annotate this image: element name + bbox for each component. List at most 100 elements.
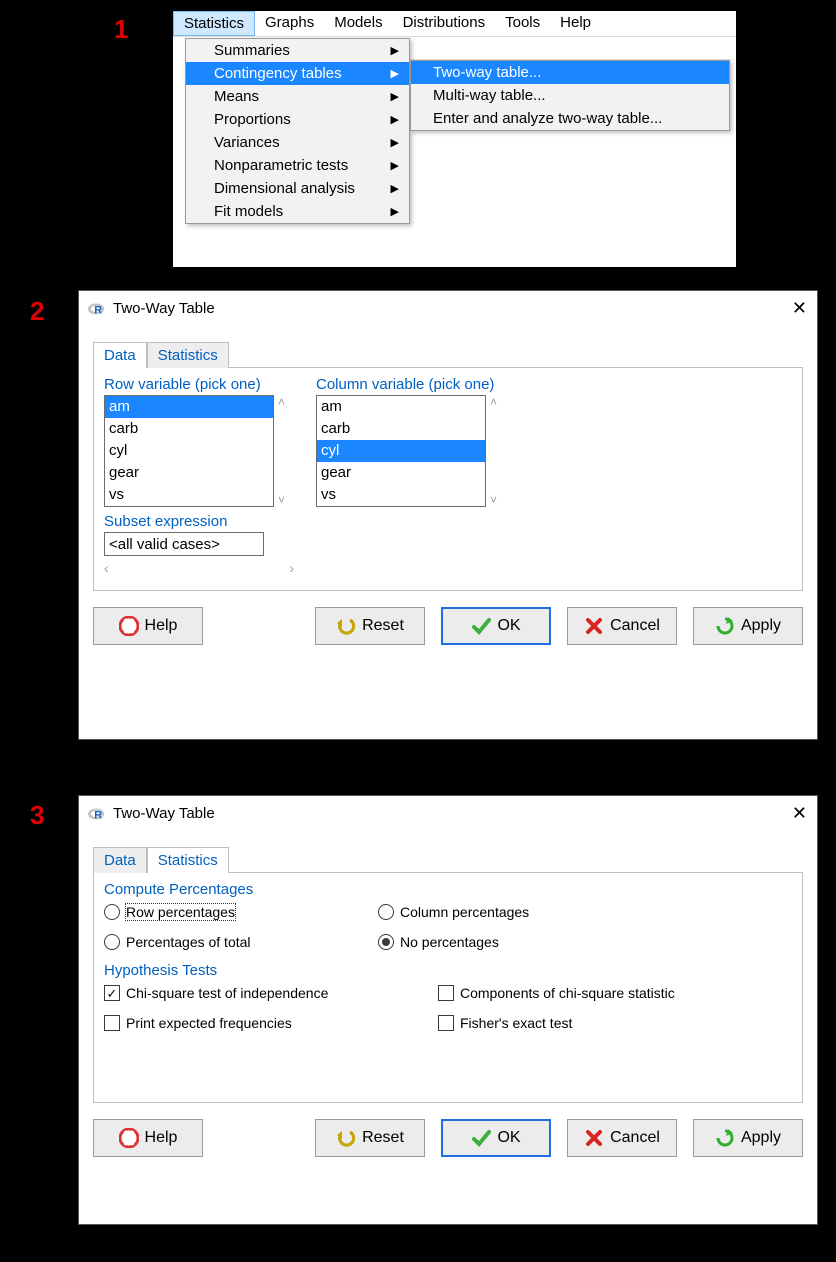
chevron-right-icon[interactable]: › — [289, 560, 294, 576]
checkbox-icon — [104, 1015, 120, 1031]
chevron-down-icon[interactable]: ˅ — [278, 493, 294, 507]
button-bar: Help Reset OK Cancel Apply — [79, 1103, 817, 1173]
radio-label: No percentages — [400, 934, 499, 950]
col-variable-listbox[interactable]: am carb cyl gear vs — [316, 395, 486, 507]
help-button[interactable]: Help — [93, 607, 203, 645]
svg-text:R: R — [94, 809, 102, 821]
check-chisq[interactable]: Chi-square test of independence — [104, 985, 414, 1001]
chevron-up-icon[interactable]: ˄ — [490, 395, 506, 409]
x-icon — [584, 616, 604, 636]
chevron-up-icon[interactable]: ˄ — [278, 395, 294, 409]
check-icon — [471, 1128, 491, 1148]
menu-tools[interactable]: Tools — [495, 11, 550, 36]
list-item[interactable]: vs — [317, 484, 485, 506]
ok-button[interactable]: OK — [441, 607, 551, 645]
radio-icon — [104, 934, 120, 950]
subset-input[interactable] — [104, 532, 264, 556]
apply-icon — [715, 1128, 735, 1148]
list-item[interactable]: am — [105, 396, 273, 418]
checkbox-label: Fisher's exact test — [460, 1015, 572, 1031]
statistics-dropdown: Summaries▶ Contingency tables▶ Means▶ Pr… — [185, 38, 410, 224]
titlebar: R Two-Way Table ✕ — [79, 291, 817, 325]
col-variable-label: Column variable (pick one) — [316, 376, 506, 393]
apply-button[interactable]: Apply — [693, 1119, 803, 1157]
hypothesis-heading: Hypothesis Tests — [104, 962, 792, 979]
menu-fitmodels[interactable]: Fit models▶ — [186, 200, 409, 223]
cancel-button[interactable]: Cancel — [567, 1119, 677, 1157]
close-icon[interactable]: ✕ — [792, 298, 807, 319]
menu-help[interactable]: Help — [550, 11, 601, 36]
tab-data[interactable]: Data — [93, 847, 147, 873]
ok-button[interactable]: OK — [441, 1119, 551, 1157]
step-2-label: 2 — [30, 296, 44, 327]
radio-icon — [378, 934, 394, 950]
submenu-enter-analyze[interactable]: Enter and analyze two-way table... — [411, 107, 729, 130]
list-item[interactable]: gear — [105, 462, 273, 484]
menu-statistics[interactable]: Statistics — [173, 11, 255, 36]
step-1-label: 1 — [114, 14, 128, 45]
chevron-right-icon: ▶ — [391, 67, 399, 80]
list-item[interactable]: cyl — [105, 440, 273, 462]
submenu-multi-way[interactable]: Multi-way table... — [411, 84, 729, 107]
help-button[interactable]: Help — [93, 1119, 203, 1157]
help-icon — [119, 1128, 139, 1148]
tab-statistics[interactable]: Statistics — [147, 847, 229, 873]
titlebar: R Two-Way Table ✕ — [79, 796, 817, 830]
menu-nonparametric[interactable]: Nonparametric tests▶ — [186, 154, 409, 177]
check-components[interactable]: Components of chi-square statistic — [438, 985, 792, 1001]
two-way-dialog-data: R Two-Way Table ✕ Data Statistics Row va… — [78, 290, 818, 740]
cancel-button[interactable]: Cancel — [567, 607, 677, 645]
checkbox-label: Components of chi-square statistic — [460, 985, 675, 1001]
help-icon — [119, 616, 139, 636]
chevron-right-icon: ▶ — [391, 44, 399, 57]
row-variable-listbox[interactable]: am carb cyl gear vs — [104, 395, 274, 507]
list-item[interactable]: gear — [317, 462, 485, 484]
list-item[interactable]: carb — [317, 418, 485, 440]
tab-data[interactable]: Data — [93, 342, 147, 368]
menu-variances[interactable]: Variances▶ — [186, 131, 409, 154]
check-fisher[interactable]: Fisher's exact test — [438, 1015, 792, 1031]
tab-statistics[interactable]: Statistics — [147, 342, 229, 368]
percentages-heading: Compute Percentages — [104, 881, 792, 898]
checkbox-label: Chi-square test of independence — [126, 985, 328, 1001]
chevron-left-icon[interactable]: ‹ — [104, 560, 109, 576]
r-logo-icon: R — [87, 299, 105, 317]
scroll-spinner[interactable]: ˄˅ — [274, 395, 294, 507]
radio-col-percentages[interactable]: Column percentages — [378, 904, 792, 920]
apply-button[interactable]: Apply — [693, 607, 803, 645]
radio-label: Column percentages — [400, 904, 529, 920]
list-item[interactable]: am — [317, 396, 485, 418]
list-item[interactable]: cyl — [317, 440, 485, 462]
menu-means[interactable]: Means▶ — [186, 85, 409, 108]
menu-graphs[interactable]: Graphs — [255, 11, 324, 36]
list-item[interactable]: carb — [105, 418, 273, 440]
radio-row-percentages[interactable]: Row percentages — [104, 904, 354, 920]
menu-distributions[interactable]: Distributions — [393, 11, 496, 36]
scroll-spinner[interactable]: ˄˅ — [486, 395, 506, 507]
reset-button[interactable]: Reset — [315, 607, 425, 645]
submenu-two-way[interactable]: Two-way table... — [411, 61, 729, 84]
list-item[interactable]: vs — [105, 484, 273, 506]
menu-proportions[interactable]: Proportions▶ — [186, 108, 409, 131]
close-icon[interactable]: ✕ — [792, 803, 807, 824]
chevron-right-icon: ▶ — [391, 205, 399, 218]
radio-label: Percentages of total — [126, 934, 251, 950]
chevron-right-icon: ▶ — [391, 182, 399, 195]
contingency-submenu: Two-way table... Multi-way table... Ente… — [410, 60, 730, 131]
button-bar: Help Reset OK Cancel Apply — [79, 591, 817, 661]
svg-text:R: R — [94, 304, 102, 316]
menu-contingency-tables[interactable]: Contingency tables▶ — [186, 62, 409, 85]
x-icon — [584, 1128, 604, 1148]
check-expected[interactable]: Print expected frequencies — [104, 1015, 414, 1031]
menu-summaries[interactable]: Summaries▶ — [186, 39, 409, 62]
undo-icon — [336, 616, 356, 636]
reset-button[interactable]: Reset — [315, 1119, 425, 1157]
menu-dimensional[interactable]: Dimensional analysis▶ — [186, 177, 409, 200]
chevron-down-icon[interactable]: ˅ — [490, 493, 506, 507]
radio-no-percentages[interactable]: No percentages — [378, 934, 792, 950]
step-3-label: 3 — [30, 800, 44, 831]
r-logo-icon: R — [87, 804, 105, 822]
menu-models[interactable]: Models — [324, 11, 392, 36]
radio-total-percentages[interactable]: Percentages of total — [104, 934, 354, 950]
hscroll[interactable]: ‹› — [104, 560, 294, 576]
